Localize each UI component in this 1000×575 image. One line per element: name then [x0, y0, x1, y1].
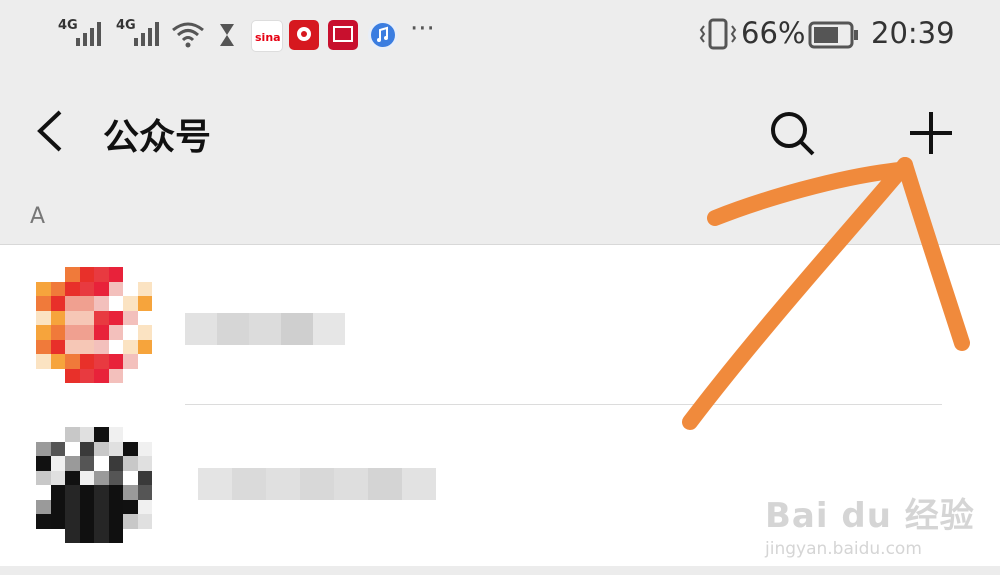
add-icon[interactable]: [906, 108, 956, 158]
bottom-edge: [0, 566, 1000, 575]
vibrate-icon: [699, 18, 737, 50]
watermark: Bai du 经验 jingyan.baidu.com: [765, 488, 975, 559]
page-title: 公众号: [103, 117, 212, 158]
clock: 20:39: [871, 16, 955, 50]
search-icon[interactable]: [767, 108, 817, 158]
signal-bars-icon: [76, 22, 101, 46]
avatar: [36, 267, 152, 383]
hourglass-icon: [220, 24, 234, 46]
more-notifications: ···: [410, 14, 435, 44]
avatar: [36, 427, 152, 543]
sina-icon: sina: [251, 20, 283, 52]
back-arrow-icon[interactable]: [34, 108, 66, 154]
signal-1-label: 4G: [58, 18, 78, 33]
header-bar: 公众号: [0, 70, 1000, 190]
battery-icon: [808, 21, 858, 49]
watermark-url: jingyan.baidu.com: [765, 539, 922, 559]
svg-text:sina: sina: [255, 31, 281, 44]
music-icon: [368, 20, 398, 50]
blurred-title-1: [185, 313, 345, 345]
wifi-icon: [172, 22, 204, 48]
section-letter: A: [30, 204, 46, 229]
signal-bars-icon: [134, 22, 159, 46]
status-bar: 4G 4G sina ··· 66% 20:39: [0, 0, 1000, 70]
list-item[interactable]: [0, 245, 1000, 405]
battery-percent: 66%: [741, 16, 806, 50]
watermark-brand: Bai du 经验: [765, 496, 975, 536]
blurred-title-2: [198, 468, 436, 500]
huawei-icon: [289, 20, 319, 50]
section-header: A: [0, 190, 1000, 245]
signal-2-label: 4G: [116, 18, 136, 33]
netease-icon: [328, 20, 358, 50]
